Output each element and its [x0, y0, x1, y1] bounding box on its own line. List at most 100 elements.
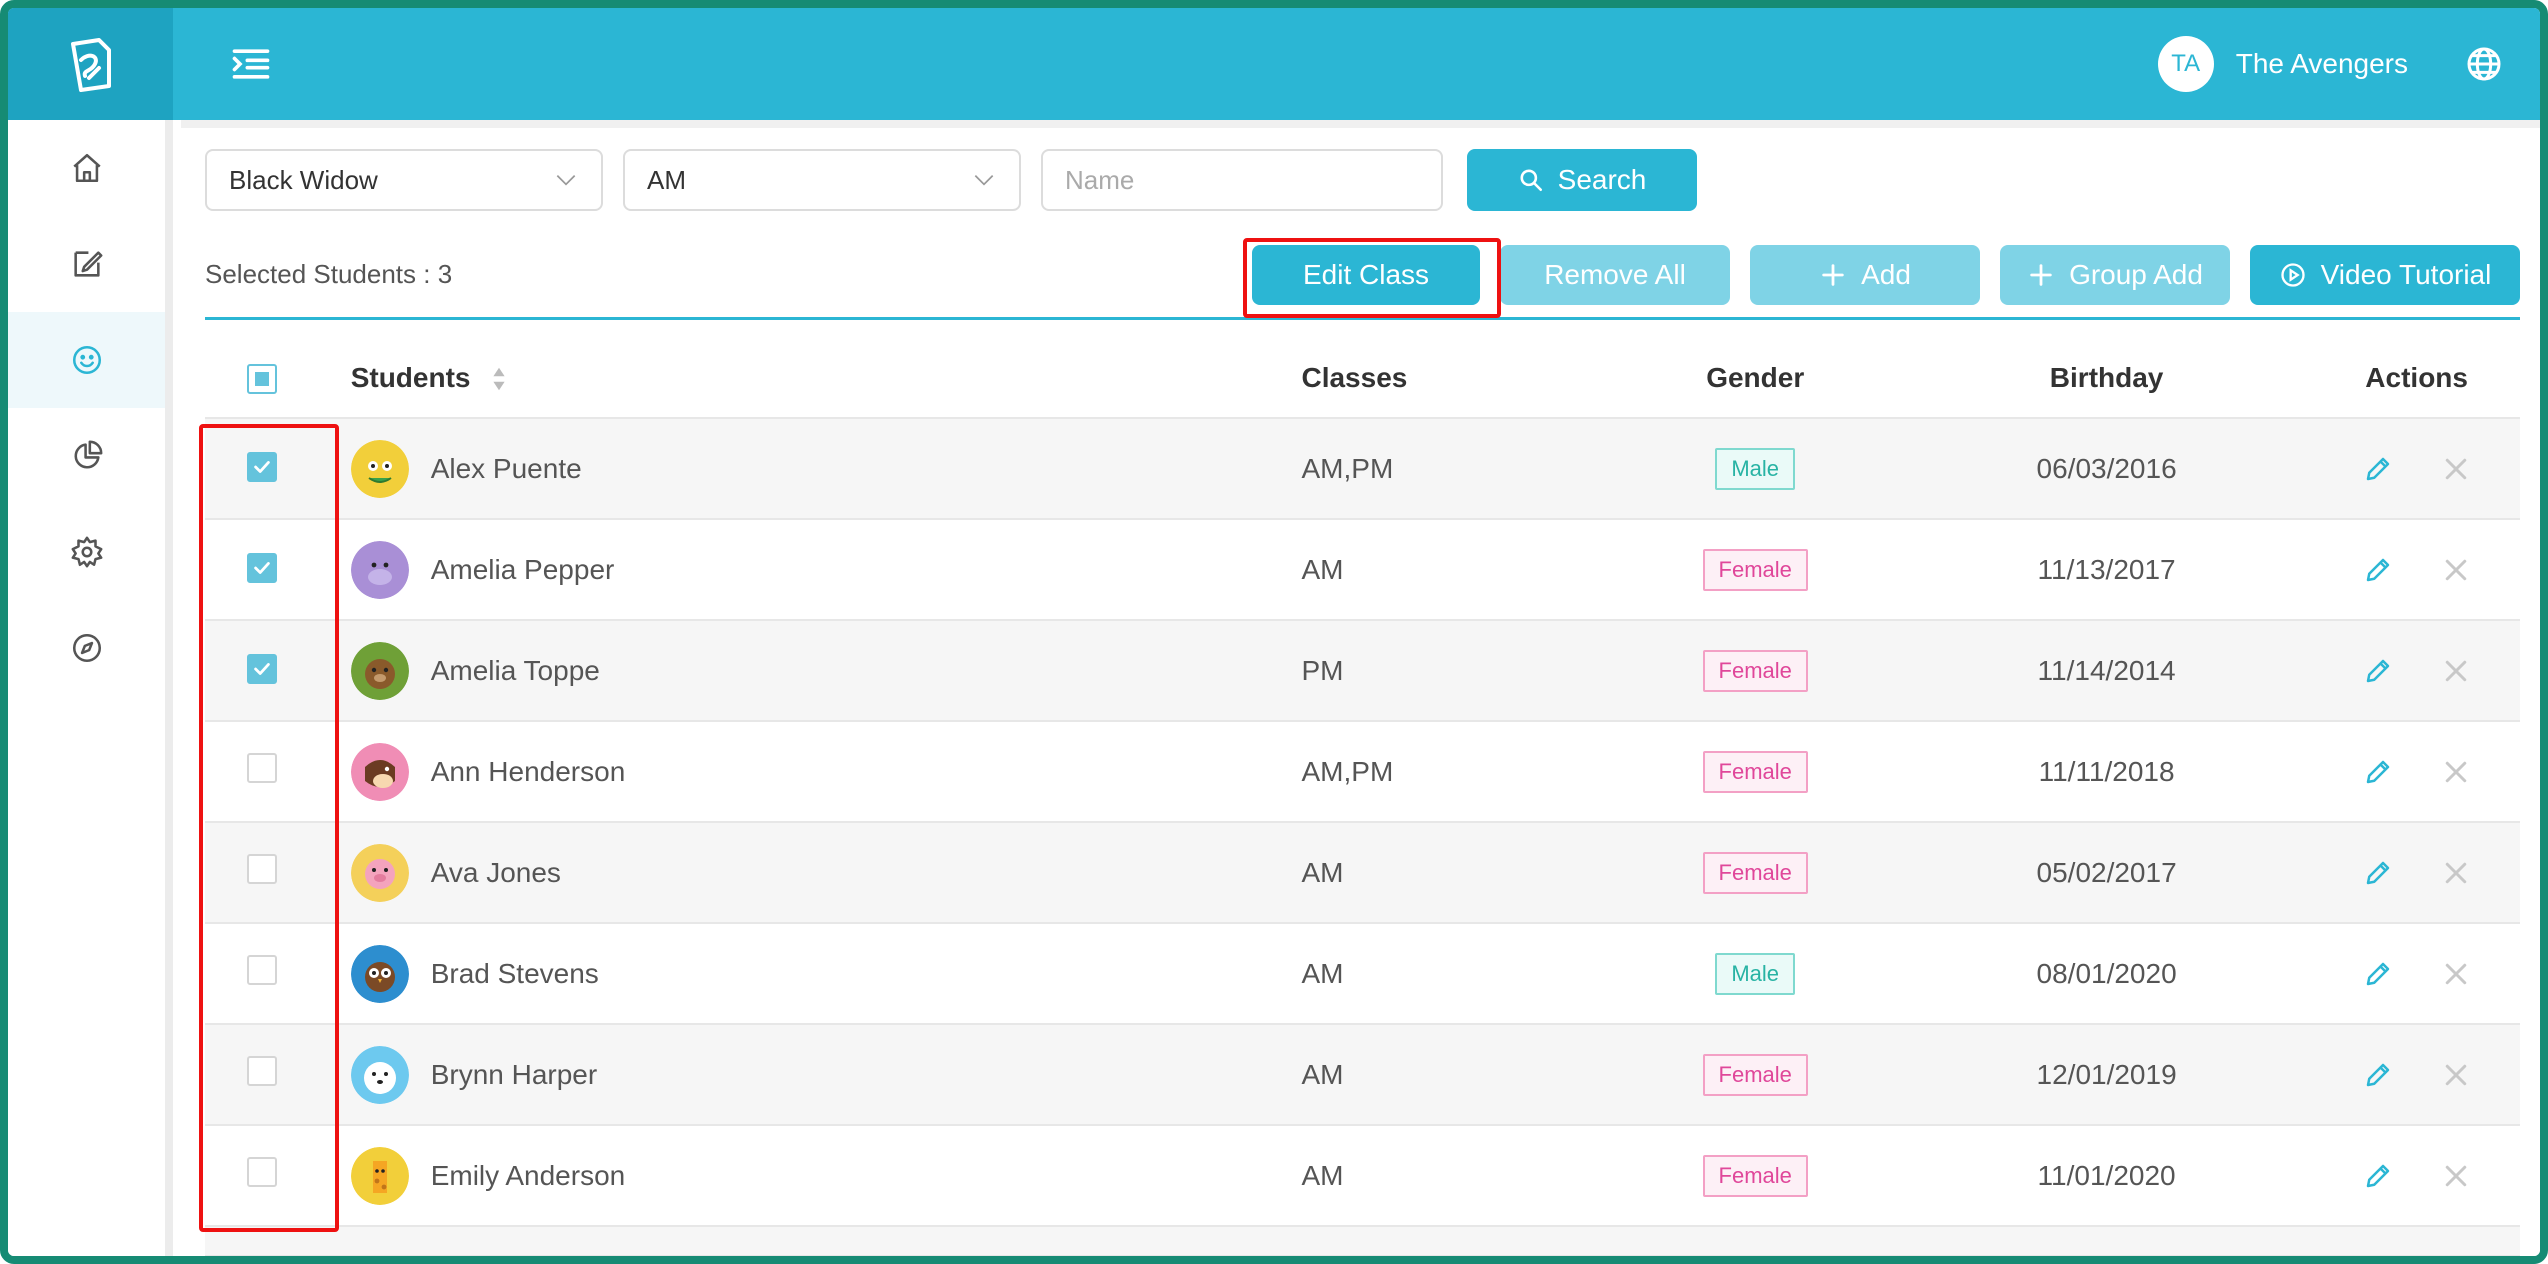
header-row: Students Classes Gender Birthday Actions [205, 338, 2520, 419]
student-gender-cell: Female [1610, 721, 1900, 823]
student-classes: AM,PM [1300, 721, 1611, 823]
select-all-checkbox[interactable] [247, 364, 277, 394]
remove-all-button[interactable]: Remove All [1500, 244, 1730, 305]
gender-badge: Female [1702, 649, 1808, 692]
header-gender: Gender [1610, 338, 1900, 419]
sidebar-item-home[interactable] [8, 120, 165, 216]
header-classes: Classes [1300, 338, 1611, 419]
student-name: Brynn Harper [430, 1058, 598, 1090]
remove-all-label: Remove All [1544, 258, 1686, 290]
students-table: Students Classes Gender Birthday Actions [205, 338, 2520, 1256]
student-gender-cell: Female [1610, 1024, 1900, 1126]
pencil-icon[interactable] [2363, 656, 2393, 686]
pie-chart-icon [74, 440, 102, 469]
pencil-icon[interactable] [2363, 959, 2393, 989]
close-icon[interactable] [2441, 454, 2471, 484]
close-icon[interactable] [2441, 959, 2471, 989]
table-row: Amelia Pepper AM Female 11/13/2017 [205, 519, 2520, 621]
user-area: TA The Avengers [2157, 36, 2540, 92]
student-avatar-icon [350, 1045, 409, 1104]
student-birthday: 11/13/2017 [1899, 519, 2314, 621]
edit-class-button[interactable]: Edit Class [1252, 244, 1480, 305]
check-icon [254, 461, 270, 473]
row-checkbox[interactable] [247, 654, 277, 684]
row-checkbox[interactable] [247, 1056, 277, 1086]
student-name: Ava Jones [430, 856, 561, 888]
student-birthday: 11/01/2020 [1899, 1125, 2314, 1227]
row-checkbox[interactable] [247, 753, 277, 783]
close-icon[interactable] [2441, 555, 2471, 585]
close-icon[interactable] [2441, 1161, 2471, 1191]
pencil-icon[interactable] [2363, 1161, 2393, 1191]
row-checkbox[interactable] [247, 1157, 277, 1187]
class-select[interactable]: AM [623, 149, 1021, 211]
student-gender-cell: Male [1610, 923, 1900, 1025]
sidebar-item-settings[interactable] [8, 504, 165, 600]
student-classes: AM [1300, 519, 1611, 621]
students-table-wrap: Students Classes Gender Birthday Actions [199, 338, 2520, 1256]
row-actions [2314, 656, 2519, 686]
student-classes: AM [1300, 1125, 1611, 1227]
group-add-button[interactable]: Group Add [2000, 244, 2230, 305]
sort-icon[interactable] [490, 365, 508, 393]
gear-icon [71, 536, 102, 568]
student-avatar-icon [350, 439, 409, 498]
logo-icon [70, 38, 111, 92]
student-name: Emily Anderson [430, 1159, 626, 1191]
pencil-icon[interactable] [2363, 454, 2393, 484]
search-button-label: Search [1557, 164, 1647, 195]
student-avatar-icon [350, 540, 409, 599]
row-checkbox[interactable] [247, 955, 277, 985]
student-avatar-icon [350, 1146, 409, 1205]
gender-badge: Female [1702, 548, 1808, 591]
student-birthday: 12/01/2019 [1899, 1024, 2314, 1126]
name-search-input[interactable] [1041, 149, 1443, 211]
sidebar-item-edit[interactable] [8, 216, 165, 312]
gender-badge: Female [1702, 851, 1808, 894]
row-checkbox[interactable] [247, 854, 277, 884]
add-button[interactable]: Add [1750, 244, 1980, 305]
student-cell: Alex Puente [349, 418, 1301, 520]
gender-badge: Female [1702, 1154, 1808, 1197]
menu-collapse-icon [232, 49, 270, 79]
student-actions-cell [2313, 1024, 2520, 1126]
row-actions [2314, 1161, 2519, 1191]
sidebar-item-reports[interactable] [8, 408, 165, 504]
close-icon[interactable] [2441, 757, 2471, 787]
org-name[interactable]: The Avengers [2236, 48, 2408, 80]
student-classes: AM [1300, 1024, 1611, 1126]
row-checkbox[interactable] [247, 553, 277, 583]
video-tutorial-label: Video Tutorial [2320, 258, 2492, 290]
main-content: Black Widow AM Search Selected Students … [181, 120, 2540, 1256]
pencil-icon[interactable] [2363, 757, 2393, 787]
header-students[interactable]: Students [349, 338, 1301, 419]
user-avatar[interactable]: TA [2157, 36, 2214, 92]
check-icon [254, 562, 270, 574]
pencil-icon[interactable] [2363, 858, 2393, 888]
app-window: TA The Avengers Black Widow AM Name Sear… [0, 0, 2548, 1264]
compass-icon [72, 633, 101, 663]
student-gender-cell: Female [1610, 519, 1900, 621]
row-select-cell [205, 822, 350, 924]
menu-toggle-button[interactable] [225, 38, 277, 90]
close-icon[interactable] [2441, 858, 2471, 888]
row-checkbox[interactable] [247, 452, 277, 482]
pencil-icon[interactable] [2363, 555, 2393, 585]
video-tutorial-button[interactable]: Video Tutorial [2250, 244, 2520, 305]
close-icon[interactable] [2441, 656, 2471, 686]
sidebar-item-students[interactable] [8, 312, 165, 408]
plus-icon [1822, 263, 1844, 286]
student-avatar-icon [350, 742, 409, 801]
teacher-select[interactable]: Black Widow [205, 149, 603, 211]
app-logo[interactable] [8, 8, 173, 120]
table-row: Amelia Toppe PM Female 11/14/2014 [205, 620, 2520, 722]
sidebar-item-explore[interactable] [8, 600, 165, 696]
student-cell: Amelia Toppe [349, 620, 1301, 722]
search-button[interactable]: Search [1467, 149, 1697, 211]
student-name: Brad Stevens [430, 957, 599, 989]
student-cell: Brad Stevens [349, 923, 1301, 1025]
close-icon[interactable] [2441, 1060, 2471, 1090]
globe-icon[interactable] [2464, 44, 2504, 84]
pencil-icon[interactable] [2363, 1060, 2393, 1090]
row-select-cell [205, 721, 350, 823]
